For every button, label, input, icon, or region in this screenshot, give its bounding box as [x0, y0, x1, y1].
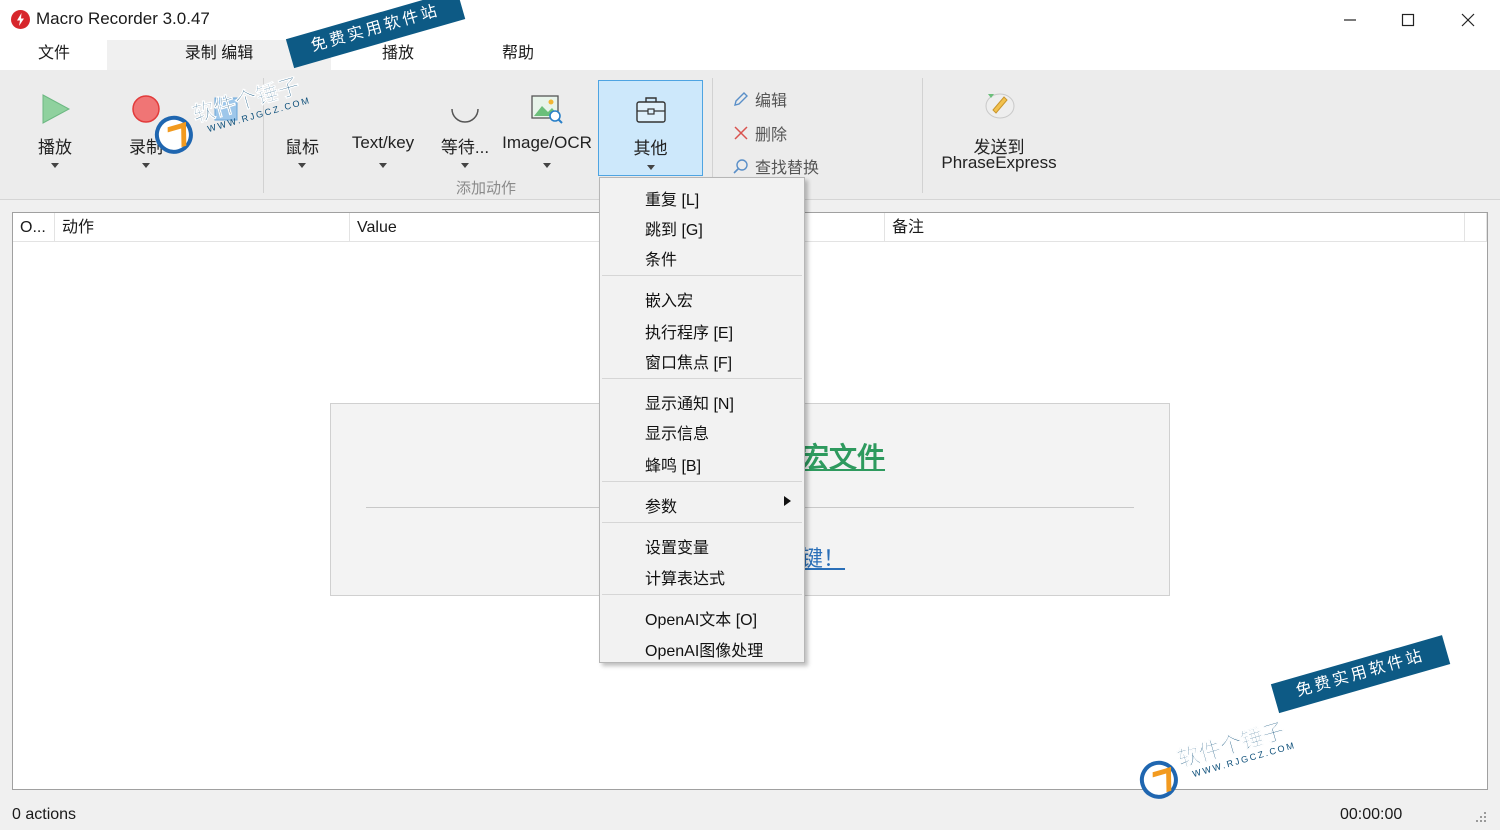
menu-separator [602, 378, 802, 379]
image-search-icon [531, 95, 563, 124]
play-label: 播放 [38, 138, 72, 157]
phraseexpress-label: PhraseExpress [941, 153, 1057, 172]
edit-label: 编辑 [755, 93, 788, 110]
menu-item-openai-image[interactable]: OpenAI图像处理 [645, 637, 763, 661]
status-timer: 00:00:00 [1340, 806, 1403, 823]
dropdown-arrow-icon [646, 165, 655, 170]
pencil-icon [734, 92, 748, 106]
menu-separator [602, 275, 802, 276]
record-button[interactable]: 录制 [108, 70, 184, 180]
dropdown-arrow-icon [461, 163, 469, 168]
menu-item-embed-macro[interactable]: 嵌入宏 [645, 287, 693, 311]
close-icon [1461, 13, 1475, 27]
other-button[interactable]: 其他 [598, 80, 703, 176]
ribbon-separator [263, 78, 264, 193]
open-macro-file-link[interactable]: 宏文件 [801, 436, 885, 476]
menu-item-show-message[interactable]: 显示信息 [645, 420, 709, 444]
record-label: 录制 [129, 138, 163, 157]
menu-item-set-variable[interactable]: 设置变量 [645, 534, 709, 558]
maximize-button[interactable] [1378, 0, 1438, 40]
toolbox-icon [635, 97, 666, 123]
search-icon [733, 159, 748, 174]
menu-separator [602, 522, 802, 523]
image-ocr-label: Image/OCR [502, 133, 592, 152]
ribbon-separator [922, 78, 923, 193]
other-label: 其他 [633, 139, 668, 158]
tab-help[interactable]: 帮助 [480, 40, 556, 70]
status-action-count: 0 actions [12, 806, 77, 823]
tab-playback[interactable]: 播放 [360, 40, 436, 70]
other-dropdown-menu: 重复 [L] 跳到 [G] 条件 嵌入宏 执行程序 [E] 窗口焦点 [F] 显… [599, 177, 805, 663]
column-header-action[interactable]: 动作 [55, 213, 350, 242]
column-header-filler [1465, 213, 1487, 242]
menu-item-goto[interactable]: 跳到 [G] [645, 216, 703, 240]
menu-item-run-program[interactable]: 执行程序 [E] [645, 319, 733, 343]
resize-grip-icon[interactable] [1474, 810, 1488, 824]
find-replace-label: 查找替换 [755, 160, 820, 177]
ribbon-tabs: 文件 录制 编辑 播放 帮助 [0, 40, 1500, 70]
hotkey-link[interactable]: 键！ [801, 541, 845, 573]
clock-icon [451, 108, 479, 123]
column-header-order[interactable]: O... [13, 213, 55, 242]
dropdown-arrow-icon [142, 163, 150, 168]
dropdown-arrow-icon [543, 163, 551, 168]
menu-item-openai-text[interactable]: OpenAI文本 [O] [645, 606, 757, 630]
dropdown-arrow-icon [379, 163, 387, 168]
menu-item-condition[interactable]: 条件 [645, 246, 677, 270]
menu-separator [602, 594, 802, 595]
play-button[interactable]: 播放 [18, 70, 92, 180]
delete-label: 删除 [755, 127, 788, 144]
submenu-arrow-icon [784, 496, 791, 506]
edit-button[interactable]: 编辑 [732, 86, 852, 110]
menu-item-beep[interactable]: 蜂鸣 [B] [645, 452, 701, 476]
delete-x-icon [734, 126, 748, 140]
image-ocr-button[interactable]: Image/OCR [500, 70, 594, 180]
dropdown-arrow-icon [51, 163, 59, 168]
send-to-phraseexpress-button[interactable]: 发送到 PhraseExpress [932, 70, 1066, 180]
title-bar: Macro Recorder 3.0.47 [0, 0, 1500, 40]
mouse-label: 鼠标 [285, 138, 319, 157]
minimize-button[interactable] [1320, 0, 1380, 40]
maximize-icon [1401, 13, 1415, 27]
text-key-label: Text/key [351, 133, 415, 152]
find-replace-button[interactable]: 查找替换 [732, 153, 872, 177]
lightning-icon [11, 10, 30, 29]
window-title: Macro Recorder 3.0.47 [36, 9, 210, 28]
wait-button[interactable]: 等待... [430, 70, 500, 180]
menu-item-parameters[interactable]: 参数 [645, 493, 677, 517]
menu-item-window-focus[interactable]: 窗口焦点 [F] [645, 349, 732, 373]
tab-file[interactable]: 文件 [18, 40, 90, 70]
menu-item-repeat[interactable]: 重复 [L] [645, 186, 699, 210]
play-icon [42, 94, 71, 124]
column-header-notes[interactable]: 备注 [885, 213, 1465, 242]
menu-item-evaluate-expression[interactable]: 计算表达式 [645, 565, 725, 589]
close-button[interactable] [1438, 0, 1498, 40]
dropdown-arrow-icon [298, 163, 306, 168]
mouse-button[interactable]: 鼠标 [268, 70, 336, 180]
stop-icon [214, 97, 238, 121]
minimize-icon [1344, 19, 1356, 21]
delete-button[interactable]: 删除 [732, 120, 852, 144]
ribbon-separator [712, 78, 713, 193]
tab-record-edit[interactable]: 录制 编辑 [107, 40, 331, 70]
wait-label: 等待... [440, 138, 490, 157]
menu-separator [602, 481, 802, 482]
text-key-button[interactable]: Text/key [342, 70, 424, 180]
add-action-group-label: 添加动作 [456, 180, 517, 197]
stop-button[interactable] [190, 70, 262, 180]
phraseexpress-icon [985, 93, 1015, 119]
record-icon [132, 95, 160, 123]
menu-item-show-notification[interactable]: 显示通知 [N] [645, 390, 734, 414]
